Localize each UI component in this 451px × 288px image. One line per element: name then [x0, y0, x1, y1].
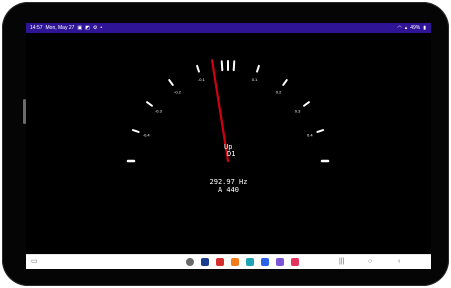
gauge-tick: [256, 64, 260, 73]
messages-app-icon[interactable]: [261, 258, 269, 266]
notification-icon: ▣: [77, 25, 83, 31]
sidebar-toggle-icon[interactable]: ▭: [31, 257, 38, 267]
signal-icon: ▴: [404, 25, 408, 31]
tablet-frame: 14:57 Mon, May 27 ▣ ◩ ⚙ • ◠ ▴ 49% ▮ -0.4…: [2, 2, 449, 286]
gauge-tick-label: -0.1: [198, 77, 206, 82]
gauge-tick-label: -0.2: [174, 89, 182, 94]
purple-app-icon[interactable]: [276, 258, 284, 266]
battery-percent: 49%: [410, 25, 421, 31]
gauge-tick-label: -0.4: [143, 132, 151, 137]
settings-icon: ⚙: [92, 25, 98, 31]
orange-app-icon[interactable]: [231, 258, 239, 266]
apps-grid-icon[interactable]: [186, 258, 194, 266]
pink-app-icon[interactable]: [291, 258, 299, 266]
menu-dots-icon: •: [100, 25, 103, 31]
back-button[interactable]: ‹: [398, 257, 400, 267]
status-date: Mon, May 27: [45, 25, 75, 31]
gauge-tick: [131, 129, 140, 133]
wifi-icon: ◠: [397, 25, 402, 31]
gauge-tick: [282, 79, 288, 86]
status-bar: 14:57 Mon, May 27 ▣ ◩ ⚙ • ◠ ▴ 49% ▮: [26, 23, 431, 33]
gauge-tick: [146, 101, 153, 107]
gauge-tick-label: 0.4: [307, 132, 313, 137]
screen: 14:57 Mon, May 27 ▣ ◩ ⚙ • ◠ ▴ 49% ▮ -0.4…: [26, 23, 431, 269]
gauge-tick: [220, 60, 224, 72]
gauge-tick-label: 0.1: [252, 77, 258, 82]
gauge-tick-label: 0.2: [276, 89, 282, 94]
gauge-tick-label: 0.3: [295, 108, 301, 113]
teal-app-icon[interactable]: [246, 258, 254, 266]
reference-pitch: A 440: [217, 186, 240, 194]
battery-icon: ▮: [423, 25, 426, 31]
gauge-tick: [303, 101, 310, 107]
gauge-tick: [196, 64, 200, 73]
gauge-tick-label: -0.3: [155, 108, 163, 113]
status-time: 14:57: [30, 25, 43, 31]
gauge-tick: [232, 60, 236, 72]
gauge-tick: [168, 79, 174, 86]
photo-icon: ◩: [85, 25, 90, 31]
home-button[interactable]: ○: [368, 257, 372, 267]
tuner-gauge: -0.4-0.3-0.2-0.1 0.10.20.30.4 Up D1: [126, 59, 330, 163]
recent-apps-button[interactable]: |||: [339, 257, 344, 267]
red-app-icon[interactable]: [216, 258, 224, 266]
gauge-tick: [316, 129, 325, 133]
frequency-readout: 292.97 Hz: [209, 178, 248, 186]
note-name: D1: [227, 150, 235, 158]
blue-app-icon[interactable]: [201, 258, 209, 266]
navigation-bar: ▭ ||| ○ ‹: [26, 254, 431, 269]
gauge-tick-labels: -0.4 -0.3 -0.2 -0.1 0.1 0.2 0.3 0.4: [143, 77, 314, 137]
